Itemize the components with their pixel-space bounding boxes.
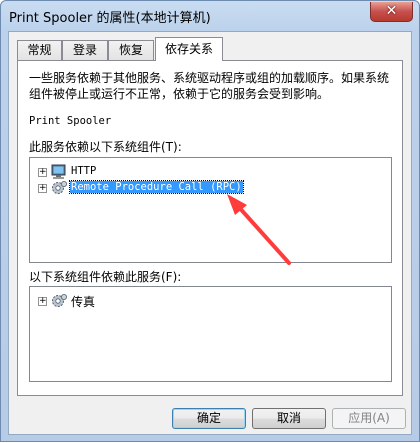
tab-dependencies[interactable]: 依存关系 xyxy=(155,37,223,61)
red-arrow-icon xyxy=(227,194,291,265)
properties-dialog: Print Spooler 的属性(本地计算机) ✕ 常规 登录 恢复 依存关系… xyxy=(0,0,420,442)
